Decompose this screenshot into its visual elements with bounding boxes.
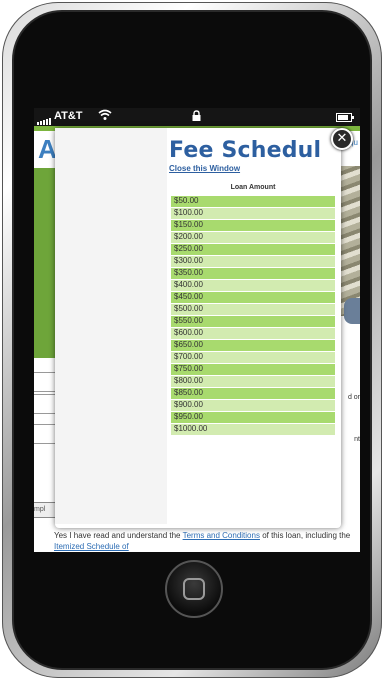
side-note-1: d or — [347, 394, 360, 401]
site-logo: A — [38, 134, 57, 164]
agreement-text: Yes I have read and understand the Terms… — [54, 530, 354, 552]
loan-amount-header: Loan Amount — [230, 184, 276, 191]
seal-badge — [344, 298, 360, 324]
wifi-icon — [98, 109, 112, 120]
loan-amount-row[interactable]: $950.00 — [171, 412, 335, 424]
loan-amount-row[interactable]: $300.00 — [171, 256, 335, 268]
loan-amount-row[interactable]: $650.00 — [171, 340, 335, 352]
agreement-yes: Yes — [54, 531, 68, 540]
loan-amount-row[interactable]: $800.00 — [171, 376, 335, 388]
money-image — [338, 166, 360, 316]
phone-screen: AT&T A qu d or nt mpl Yes I have read an… — [34, 108, 360, 552]
loan-amount-row[interactable]: $50.00 — [171, 196, 335, 208]
loan-amount-row[interactable]: $250.00 — [171, 244, 335, 256]
loan-amount-row[interactable]: $850.00 — [171, 388, 335, 400]
loan-amount-row[interactable]: $550.00 — [171, 316, 335, 328]
lock-icon — [192, 110, 201, 121]
loan-amount-row[interactable]: $750.00 — [171, 364, 335, 376]
loan-amount-list: $50.00 $100.00 $150.00 $200.00 $250.00 $300.0… — [171, 196, 335, 436]
itemized-schedule-link[interactable]: Itemized Schedule of — [54, 542, 129, 551]
loan-amount-row[interactable]: $350.00 — [171, 268, 335, 280]
loan-amount-row[interactable]: $450.00 — [171, 292, 335, 304]
side-note-2: nt — [354, 436, 360, 443]
fee-schedule-modal: Fee Schedul Close this Window Loan Amoun… — [55, 128, 341, 528]
loan-amount-row[interactable]: $900.00 — [171, 400, 335, 412]
loan-amount-row[interactable]: $150.00 — [171, 220, 335, 232]
modal-left-panel — [55, 128, 167, 524]
agreement-mid-text: of this loan, including the — [262, 531, 351, 540]
home-button[interactable] — [165, 560, 223, 618]
status-bar: AT&T — [34, 108, 360, 126]
close-icon[interactable]: ✕ — [331, 128, 353, 150]
loan-amount-row[interactable]: $500.00 — [171, 304, 335, 316]
terms-link[interactable]: Terms and Conditions — [183, 531, 260, 540]
signal-icon — [37, 113, 52, 125]
battery-icon — [336, 113, 354, 122]
agreement-hidden-text: I have read and understand the — [69, 531, 181, 540]
loan-amount-row[interactable]: $600.00 — [171, 328, 335, 340]
loan-amount-row[interactable]: $100.00 — [171, 208, 335, 220]
loan-amount-row[interactable]: $400.00 — [171, 280, 335, 292]
modal-title: Fee Schedul — [169, 138, 322, 163]
loan-amount-row[interactable]: $1000.00 — [171, 424, 335, 436]
loan-amount-row[interactable]: $200.00 — [171, 232, 335, 244]
loan-amount-row[interactable]: $700.00 — [171, 352, 335, 364]
close-window-link[interactable]: Close this Window — [169, 164, 240, 173]
home-square-icon — [183, 578, 205, 600]
carrier-label: AT&T — [54, 110, 83, 122]
